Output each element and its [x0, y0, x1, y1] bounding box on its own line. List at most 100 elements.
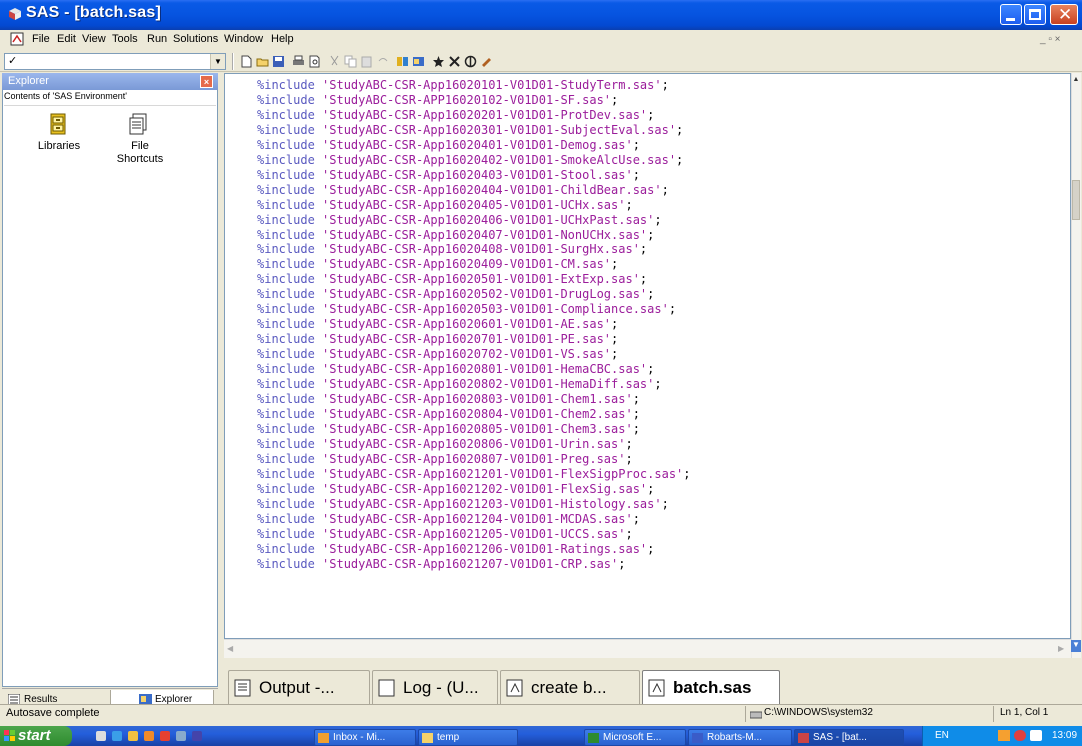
copy-icon[interactable]: [344, 55, 357, 68]
help-toolbar-icon[interactable]: [480, 55, 493, 68]
code-line[interactable]: %include 'StudyABC-CSR-App16020807-V01D0…: [257, 452, 691, 467]
program-editor[interactable]: %include 'StudyABC-CSR-App16020101-V01D0…: [224, 73, 1071, 639]
code-line[interactable]: %include 'StudyABC-CSR-App16020406-V01D0…: [257, 213, 691, 228]
document-menu-icon[interactable]: [10, 32, 25, 46]
menu-run[interactable]: Run: [147, 33, 167, 45]
task-word[interactable]: Robarts-M...: [688, 729, 792, 746]
explorer-close-icon[interactable]: ×: [200, 75, 213, 88]
quick-launch-icon[interactable]: [96, 731, 106, 741]
code-line[interactable]: %include 'StudyABC-CSR-App16020301-V01D0…: [257, 123, 691, 138]
file-shortcuts-icon[interactable]: [128, 113, 150, 135]
libraries-label[interactable]: Libraries: [28, 140, 90, 152]
code-area[interactable]: %include 'StudyABC-CSR-App16020101-V01D0…: [257, 78, 691, 571]
code-line[interactable]: %include 'StudyABC-CSR-App16020701-V01D0…: [257, 332, 691, 347]
menu-view[interactable]: View: [82, 33, 106, 45]
code-line[interactable]: %include 'StudyABC-CSR-App16020804-V01D0…: [257, 407, 691, 422]
new-icon[interactable]: [240, 55, 253, 68]
undo-icon[interactable]: [376, 55, 389, 68]
vertical-scrollbar[interactable]: [1071, 73, 1081, 658]
tray-app-icon[interactable]: [998, 730, 1010, 741]
quick-launch-icon[interactable]: [144, 731, 154, 741]
code-line[interactable]: %include 'StudyABC-CSR-App16020405-V01D0…: [257, 198, 691, 213]
scroll-right-icon[interactable]: ▶: [1058, 644, 1064, 653]
code-line[interactable]: %include 'StudyABC-CSR-App16020803-V01D0…: [257, 392, 691, 407]
code-line[interactable]: %include 'StudyABC-CSR-App16020806-V01D0…: [257, 437, 691, 452]
quick-launch-icon[interactable]: [176, 731, 186, 741]
scroll-left-icon[interactable]: ◀: [227, 644, 233, 653]
menu-edit[interactable]: Edit: [57, 33, 76, 45]
quick-launch-icon[interactable]: [128, 731, 138, 741]
command-dropdown-icon[interactable]: ▼: [210, 54, 225, 69]
code-line[interactable]: %include 'StudyABC-CSR-App16020502-V01D0…: [257, 287, 691, 302]
close-button[interactable]: ✕: [1050, 4, 1078, 25]
scroll-up-icon[interactable]: ▲: [1071, 76, 1081, 86]
code-line[interactable]: %include 'StudyABC-CSR-App16020702-V01D0…: [257, 347, 691, 362]
save-icon[interactable]: [272, 55, 285, 68]
quick-launch-icon[interactable]: [160, 731, 170, 741]
code-line[interactable]: %include 'StudyABC-CSR-App16021204-V01D0…: [257, 512, 691, 527]
explorer-toolbar-icon[interactable]: [412, 55, 425, 68]
code-line[interactable]: %include 'StudyABC-CSR-App16021203-V01D0…: [257, 497, 691, 512]
code-line[interactable]: %include 'StudyABC-CSR-App16020409-V01D0…: [257, 257, 691, 272]
print-preview-icon[interactable]: [308, 55, 321, 68]
code-line[interactable]: %include 'StudyABC-CSR-App16020802-V01D0…: [257, 377, 691, 392]
code-line[interactable]: %include 'StudyABC-CSR-App16020801-V01D0…: [257, 362, 691, 377]
scroll-down-icon[interactable]: ▼: [1071, 640, 1081, 652]
quick-launch-icon[interactable]: [112, 731, 122, 741]
code-line[interactable]: %include 'StudyABC-CSR-App16020402-V01D0…: [257, 153, 691, 168]
code-line[interactable]: %include 'StudyABC-CSR-App16021207-V01D0…: [257, 557, 691, 572]
code-line[interactable]: %include 'StudyABC-CSR-App16020503-V01D0…: [257, 302, 691, 317]
task-excel[interactable]: Microsoft E...: [584, 729, 686, 746]
code-line[interactable]: %include 'StudyABC-CSR-App16020407-V01D0…: [257, 228, 691, 243]
code-line[interactable]: %include 'StudyABC-CSR-App16020501-V01D0…: [257, 272, 691, 287]
task-temp[interactable]: temp: [418, 729, 518, 746]
title-bar[interactable]: SAS - [batch.sas] ✕: [0, 0, 1082, 30]
menu-solutions[interactable]: Solutions: [173, 33, 218, 45]
code-line[interactable]: %include 'StudyABC-CSR-App16020201-V01D0…: [257, 108, 691, 123]
status-current-folder[interactable]: C:\WINDOWS\system32: [764, 707, 873, 718]
submit-icon[interactable]: [432, 55, 445, 68]
start-button[interactable]: start: [0, 726, 72, 746]
print-icon[interactable]: [292, 55, 305, 68]
library-drawer-icon[interactable]: [48, 113, 70, 135]
code-line[interactable]: %include 'StudyABC-CSR-App16021205-V01D0…: [257, 527, 691, 542]
code-line[interactable]: %include 'StudyABC-CSR-App16020408-V01D0…: [257, 242, 691, 257]
clear-all-icon[interactable]: [448, 55, 461, 68]
tab-create-b[interactable]: create b...: [500, 670, 640, 704]
code-line[interactable]: %include 'StudyABC-CSR-App16020404-V01D0…: [257, 183, 691, 198]
maximize-button[interactable]: [1024, 4, 1046, 25]
command-box[interactable]: ✓ ▼: [4, 53, 226, 70]
tray-app-icon[interactable]: [1014, 730, 1026, 741]
libraries-toolbar-icon[interactable]: [396, 55, 409, 68]
tab-batch-sas[interactable]: batch.sas: [642, 670, 780, 704]
tab-output[interactable]: Output -...: [228, 670, 370, 704]
code-line[interactable]: %include 'StudyABC-CSR-App16020805-V01D0…: [257, 422, 691, 437]
language-indicator[interactable]: EN: [935, 730, 949, 741]
quick-launch-icon[interactable]: [192, 731, 202, 741]
code-line[interactable]: %include 'StudyABC-CSR-App16020401-V01D0…: [257, 138, 691, 153]
scroll-thumb[interactable]: [1072, 180, 1080, 220]
tray-app-icon[interactable]: [1030, 730, 1042, 741]
file-shortcuts-label[interactable]: File Shortcuts: [110, 140, 170, 166]
open-icon[interactable]: [256, 55, 269, 68]
horizontal-scrollbar[interactable]: ◀ ▶: [224, 639, 1071, 658]
menu-tools[interactable]: Tools: [112, 33, 138, 45]
code-line[interactable]: %include 'StudyABC-CSR-APP16020102-V01D0…: [257, 93, 691, 108]
code-line[interactable]: %include 'StudyABC-CSR-App16020403-V01D0…: [257, 168, 691, 183]
minimize-button[interactable]: [1000, 4, 1022, 25]
paste-icon[interactable]: [360, 55, 373, 68]
break-icon[interactable]: [464, 55, 477, 68]
tab-log[interactable]: Log - (U...: [372, 670, 498, 704]
task-sas[interactable]: SAS - [bat...: [794, 729, 904, 746]
task-inbox[interactable]: Inbox - Mi...: [314, 729, 416, 746]
mdi-window-controls[interactable]: _ ▫ ×: [1040, 34, 1076, 46]
code-line[interactable]: %include 'StudyABC-CSR-App16021201-V01D0…: [257, 467, 691, 482]
code-line[interactable]: %include 'StudyABC-CSR-App16020101-V01D0…: [257, 78, 691, 93]
code-line[interactable]: %include 'StudyABC-CSR-App16021202-V01D0…: [257, 482, 691, 497]
menu-window[interactable]: Window: [224, 33, 263, 45]
cut-icon[interactable]: [328, 55, 341, 68]
menu-help[interactable]: Help: [271, 33, 294, 45]
menu-file[interactable]: File: [32, 33, 50, 45]
code-line[interactable]: %include 'StudyABC-CSR-App16021206-V01D0…: [257, 542, 691, 557]
code-line[interactable]: %include 'StudyABC-CSR-App16020601-V01D0…: [257, 317, 691, 332]
